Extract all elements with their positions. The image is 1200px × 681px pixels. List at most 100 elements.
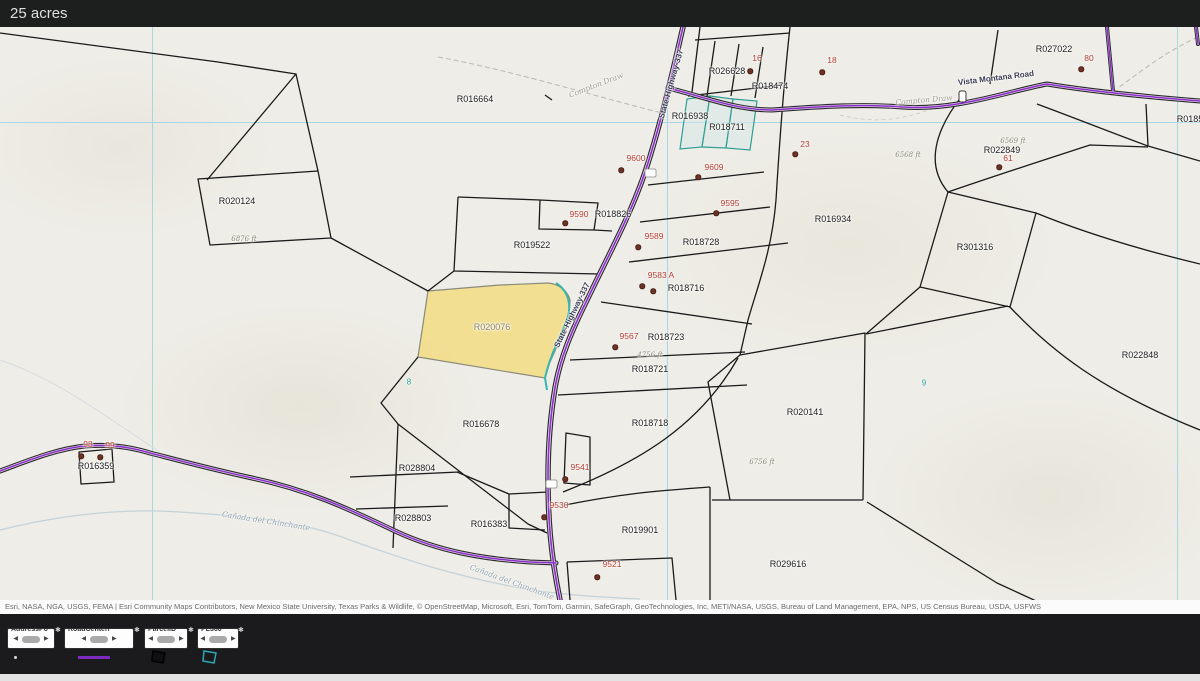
map-canvas[interactable]: R016664 R020124 R019522 R018826 R016934 R3013… xyxy=(0,27,1200,600)
selected-parcel-label: R020076 xyxy=(474,322,511,332)
address-point xyxy=(792,151,798,157)
parcel-label: R019522 xyxy=(514,240,551,250)
parcel-label: R301316 xyxy=(957,242,994,252)
parcel-label: R016383 xyxy=(471,519,508,529)
address-point xyxy=(541,514,547,520)
map-labels-layer: R016664 R020124 R019522 R018826 R016934 R3013… xyxy=(0,27,1200,600)
parcel-label: R0185 xyxy=(1177,114,1200,124)
parcel-label: R020141 xyxy=(787,407,824,417)
elevation-label: 6568 ft xyxy=(895,151,920,159)
address-label: 98 xyxy=(83,439,92,449)
acreage-bar: 25 acres xyxy=(0,0,1200,27)
road-centerline-symbol xyxy=(78,656,110,659)
parcel-label: R018718 xyxy=(632,418,669,428)
parcel-label: R027022 xyxy=(1036,44,1073,54)
parcel-label: R028804 xyxy=(399,463,436,473)
address-point xyxy=(97,454,103,460)
parcel-label: R016664 xyxy=(457,94,494,104)
road-label: State-Highway-337 xyxy=(657,49,685,120)
section-label: 8 xyxy=(407,378,411,387)
next-arrow[interactable]: ▶ xyxy=(112,636,117,642)
address-point xyxy=(1078,66,1084,72)
parcel-label: R022848 xyxy=(1122,350,1159,360)
elevation-label: 4756 ft xyxy=(637,351,662,359)
gear-icon[interactable]: ✱ xyxy=(238,626,244,634)
address-point xyxy=(713,210,719,216)
stream-label: Compton Draw xyxy=(568,71,625,100)
address-label: 80 xyxy=(1084,53,1093,63)
address-point xyxy=(618,167,624,173)
elevation-label: 6756 ft xyxy=(749,458,774,466)
stream-label: Cañada del Chinchonte xyxy=(221,510,310,533)
parcel-label: R016938 xyxy=(672,111,709,121)
slider-pill[interactable] xyxy=(209,636,227,643)
address-label: 99 xyxy=(105,440,114,450)
prev-arrow[interactable]: ◀ xyxy=(81,636,86,642)
parcel-label: R018716 xyxy=(668,283,705,293)
section-label: 9 xyxy=(922,379,926,388)
prev-arrow[interactable]: ◀ xyxy=(13,636,18,642)
stream-label: Cañada del Chinchonte xyxy=(469,563,556,600)
address-point xyxy=(612,344,618,350)
slider-pill[interactable] xyxy=(157,636,175,643)
parcel-label: R018711 xyxy=(709,122,745,132)
parcel-label: R019901 xyxy=(622,525,659,535)
parcel-label: R018723 xyxy=(648,332,685,342)
parcel-label: R016678 xyxy=(463,419,500,429)
gear-icon[interactable]: ✱ xyxy=(134,626,140,634)
address-label: 9609 xyxy=(705,162,724,172)
address-label: 9521 xyxy=(603,559,622,569)
address-label: 9595 xyxy=(721,198,740,208)
address-point xyxy=(695,174,701,180)
layer-panel-addresspoints[interactable]: AddressPo ◀ ▶ xyxy=(8,629,54,648)
layer-panel-parcelid[interactable]: ParcelID ◀ ▶ xyxy=(145,629,187,648)
address-label: 9590 xyxy=(570,209,589,219)
address-label: 9589 xyxy=(645,231,664,241)
address-point xyxy=(562,220,568,226)
layers-panel: AddressPo ◀ ▶ ✱ RoadCenterl ◀ ▶ ✱ Parcel… xyxy=(0,614,1200,674)
address-label: 9583 A xyxy=(648,270,674,280)
address-point xyxy=(562,476,568,482)
parcel-label: R018474 xyxy=(752,81,789,91)
address-point xyxy=(819,69,825,75)
parcel-label: R016934 xyxy=(815,214,852,224)
address-label: 61 xyxy=(1003,153,1012,163)
address-label: 23 xyxy=(800,139,809,149)
address-point xyxy=(635,244,641,250)
address-label: 9530 xyxy=(550,500,569,510)
gear-icon[interactable]: ✱ xyxy=(55,626,61,634)
attribution-bar: Esri, NASA, NGA, USGS, FEMA | Esri Commu… xyxy=(0,600,1200,614)
address-point-symbol xyxy=(14,656,17,659)
parcel-label: R018826 xyxy=(595,209,632,219)
next-arrow[interactable]: ▶ xyxy=(231,636,236,642)
parcel-label: R018721 xyxy=(632,364,669,374)
layer-panel-roadcenterlines[interactable]: RoadCenterl ◀ ▶ xyxy=(65,629,133,648)
address-point xyxy=(639,283,645,289)
layer-title: AddressPo xyxy=(11,629,54,633)
parcel-label: R022849 xyxy=(984,145,1021,155)
parcel-label: R028803 xyxy=(395,513,432,523)
road-label: State-Highway-337 xyxy=(552,281,591,349)
address-label: 9567 xyxy=(620,331,639,341)
slider-pill[interactable] xyxy=(90,636,108,643)
address-point xyxy=(996,164,1002,170)
prev-arrow[interactable]: ◀ xyxy=(148,636,153,642)
address-point xyxy=(747,68,753,74)
parcel-label: R018728 xyxy=(683,237,720,247)
address-point xyxy=(78,453,84,459)
road-label: Vista Montana Road xyxy=(958,69,1035,87)
prev-arrow[interactable]: ◀ xyxy=(200,636,205,642)
parcel-label: R016359 xyxy=(78,461,115,471)
address-label: 9600 xyxy=(627,153,646,163)
parcel-label: R020124 xyxy=(219,196,256,206)
address-point xyxy=(650,288,656,294)
elevation-label: 6569 ft xyxy=(1000,137,1025,145)
parcel-symbol xyxy=(150,649,168,665)
address-label: 18 xyxy=(827,55,836,65)
gear-icon[interactable]: ✱ xyxy=(188,626,194,634)
layer-panel-pl360[interactable]: PL360 ◀ ▶ xyxy=(198,629,238,648)
next-arrow[interactable]: ▶ xyxy=(179,636,184,642)
address-label: 16 xyxy=(752,53,761,63)
slider-pill[interactable] xyxy=(22,636,40,643)
next-arrow[interactable]: ▶ xyxy=(44,636,49,642)
